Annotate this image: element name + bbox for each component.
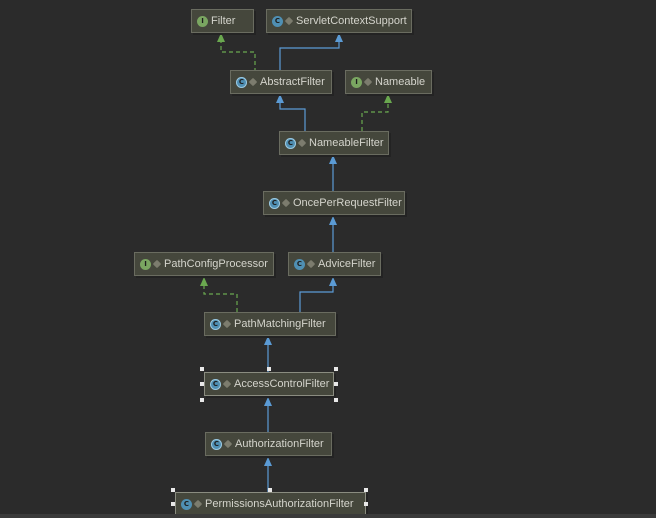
node-nameable[interactable]: I Nameable bbox=[345, 70, 432, 94]
node-servlet-context-support[interactable]: C ServletContextSupport bbox=[266, 9, 412, 33]
selection-handle[interactable] bbox=[171, 502, 175, 506]
selection-handle[interactable] bbox=[267, 367, 271, 371]
interface-icon: I bbox=[351, 76, 362, 88]
node-label: ServletContextSupport bbox=[296, 15, 407, 27]
abstract-class-icon: C bbox=[285, 137, 296, 149]
node-path-config-processor[interactable]: I PathConfigProcessor bbox=[134, 252, 274, 276]
abstract-class-icon: C bbox=[269, 197, 280, 209]
node-label: AbstractFilter bbox=[260, 76, 325, 88]
selection-handle[interactable] bbox=[334, 367, 338, 371]
access-modifier-icon bbox=[222, 379, 232, 389]
access-modifier-icon bbox=[248, 77, 258, 87]
access-modifier-icon bbox=[223, 439, 233, 449]
edge-nameablefilter-abstractfilter bbox=[276, 94, 306, 131]
edge-authorization-accesscontrol bbox=[264, 397, 272, 432]
node-access-control-filter[interactable]: C AccessControlFilter bbox=[204, 372, 334, 396]
edge-abstractfilter-servletcontextsupport bbox=[279, 33, 343, 72]
abstract-class-icon: C bbox=[211, 438, 222, 450]
access-modifier-icon bbox=[281, 198, 291, 208]
abstract-class-icon: C bbox=[236, 76, 247, 88]
access-modifier-icon bbox=[297, 138, 307, 148]
node-label: Nameable bbox=[375, 76, 426, 88]
edge-onceperrequest-nameablefilter bbox=[329, 155, 337, 191]
node-abstract-filter[interactable]: C AbstractFilter bbox=[230, 70, 332, 94]
node-nameable-filter[interactable]: C NameableFilter bbox=[279, 131, 389, 155]
node-label: Filter bbox=[211, 15, 236, 27]
node-filter[interactable]: I Filter bbox=[191, 9, 254, 33]
node-label: PermissionsAuthorizationFilter bbox=[205, 498, 354, 510]
selection-handle[interactable] bbox=[334, 398, 338, 402]
edge-permissions-authorization bbox=[264, 457, 272, 492]
edge-pathmatching-advicefilter bbox=[299, 277, 337, 312]
interface-icon: I bbox=[140, 258, 151, 270]
edge-nameablefilter-nameable bbox=[361, 94, 392, 131]
class-icon: C bbox=[181, 498, 192, 510]
access-modifier-icon bbox=[193, 499, 203, 509]
abstract-class-icon: C bbox=[210, 378, 221, 390]
node-label: AccessControlFilter bbox=[234, 378, 330, 390]
selection-handle[interactable] bbox=[171, 488, 175, 492]
node-once-per-request-filter[interactable]: C OncePerRequestFilter bbox=[263, 191, 405, 215]
node-label: OncePerRequestFilter bbox=[293, 197, 402, 209]
edge-abstractfilter-filter bbox=[217, 33, 256, 72]
selection-handle[interactable] bbox=[200, 382, 204, 386]
node-permissions-authorization-filter[interactable]: C PermissionsAuthorizationFilter bbox=[175, 492, 366, 516]
node-advice-filter[interactable]: C AdviceFilter bbox=[288, 252, 381, 276]
edge-advicefilter-onceperrequest bbox=[329, 216, 337, 252]
access-modifier-icon bbox=[306, 259, 316, 269]
access-modifier-icon bbox=[152, 259, 162, 269]
node-label: AdviceFilter bbox=[318, 258, 376, 270]
node-label: NameableFilter bbox=[309, 137, 384, 149]
access-modifier-icon bbox=[363, 77, 373, 87]
node-label: PathMatchingFilter bbox=[234, 318, 326, 330]
node-label: AuthorizationFilter bbox=[235, 438, 324, 450]
class-icon: C bbox=[272, 15, 283, 27]
selection-handle[interactable] bbox=[268, 488, 272, 492]
abstract-class-icon: C bbox=[210, 318, 221, 330]
node-authorization-filter[interactable]: C AuthorizationFilter bbox=[205, 432, 332, 456]
selection-handle[interactable] bbox=[200, 367, 204, 371]
selection-handle[interactable] bbox=[364, 488, 368, 492]
selection-handle[interactable] bbox=[200, 398, 204, 402]
access-modifier-icon bbox=[222, 319, 232, 329]
access-modifier-icon bbox=[284, 16, 294, 26]
edge-pathmatching-pathconfig bbox=[200, 277, 238, 312]
node-label: PathConfigProcessor bbox=[164, 258, 268, 270]
canvas-bottom-edge bbox=[0, 514, 656, 518]
class-icon: C bbox=[294, 258, 305, 270]
selection-handle[interactable] bbox=[364, 502, 368, 506]
interface-icon: I bbox=[197, 15, 208, 27]
selection-handle[interactable] bbox=[334, 382, 338, 386]
node-path-matching-filter[interactable]: C PathMatchingFilter bbox=[204, 312, 336, 336]
